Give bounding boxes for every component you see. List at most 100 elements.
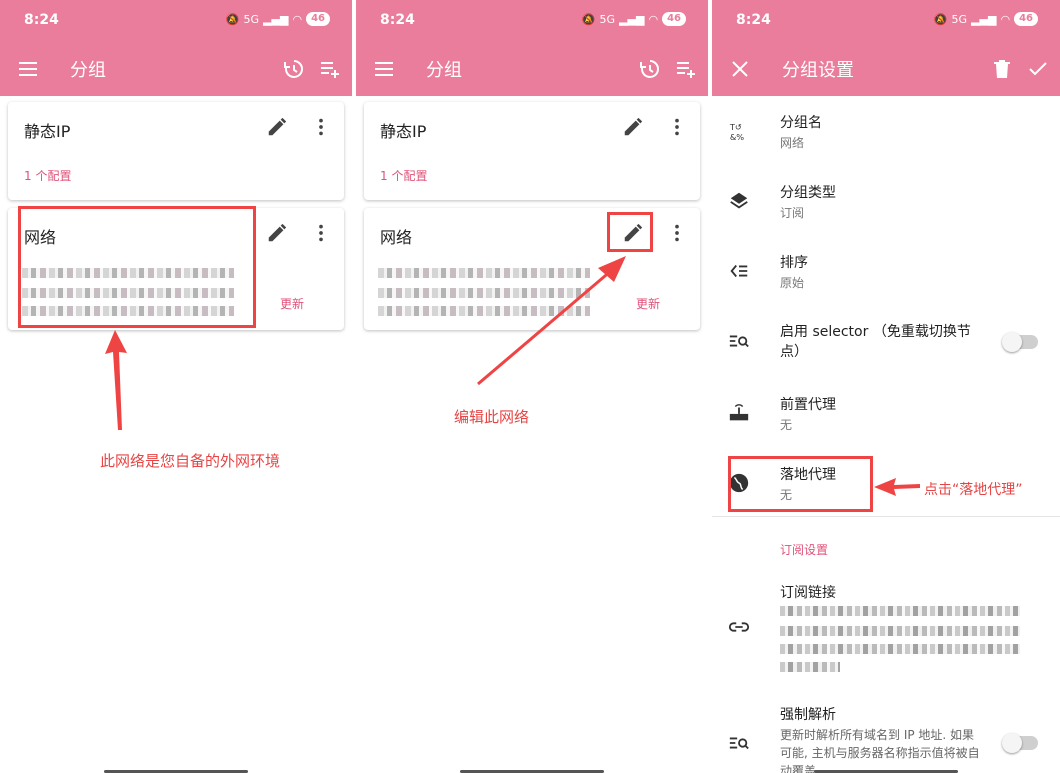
edit-icon[interactable] — [622, 116, 644, 138]
mute-icon: 🔕 — [225, 12, 240, 26]
page-title: 分组设置 — [782, 60, 854, 81]
config-count: 1 个配置 — [24, 169, 72, 183]
redacted-url — [780, 662, 840, 672]
annotation-edit-network: 编辑此网络 — [454, 408, 530, 426]
annotation-arrow — [874, 478, 920, 496]
update-button[interactable]: 更新 — [636, 295, 660, 312]
setting-force-resolve[interactable]: 强制解析 更新时解析所有域名到 IP 地址. 如果可能, 主机与服务器名称指示值… — [712, 698, 1060, 773]
add-group-icon[interactable] — [674, 57, 698, 81]
mute-icon: 🔕 — [581, 12, 596, 26]
setting-title: 强制解析 — [780, 707, 836, 723]
resolve-icon — [729, 737, 749, 750]
signal-icon: ▂▄▆ — [971, 12, 997, 26]
setting-title: 前置代理 — [780, 397, 836, 413]
redacted-url — [780, 644, 1020, 654]
status-time: 8:24 — [24, 12, 59, 28]
status-time: 8:24 — [736, 12, 771, 28]
sort-icon — [730, 264, 748, 278]
annotation-click-landing: 点击“落地代理” — [924, 482, 1023, 498]
highlight-box — [18, 206, 256, 328]
highlight-box — [607, 212, 653, 252]
menu-icon[interactable] — [372, 57, 396, 81]
setting-group-name[interactable]: T↺ &% 分组名 网络 — [712, 102, 1060, 164]
more-vert-icon[interactable] — [312, 116, 330, 138]
group-card-static-ip[interactable]: 静态IP 1 个配置 — [8, 102, 344, 200]
setting-value: 原始 — [780, 276, 805, 290]
battery-indicator: 46 — [1014, 12, 1038, 26]
page-title: 分组 — [426, 60, 462, 81]
setting-value: 无 — [780, 418, 793, 432]
selector-icon — [729, 335, 749, 348]
group-settings-screen: 8:24 🔕 5G ▂▄▆ ◠ 46 分组设置 T↺ &% 分组名 网络 分组类型… — [712, 0, 1060, 773]
more-vert-icon[interactable] — [668, 222, 686, 244]
setting-title: 订阅链接 — [780, 585, 836, 601]
group-name: 静态IP — [380, 122, 427, 141]
setting-front-proxy[interactable]: 前置代理 无 — [712, 384, 1060, 446]
battery-indicator: 46 — [662, 12, 686, 26]
history-icon[interactable] — [638, 57, 662, 81]
setting-order[interactable]: 排序 原始 — [712, 242, 1060, 304]
system-icons: 🔕 5G ▂▄▆ ◠ 46 — [582, 12, 686, 26]
history-icon[interactable] — [282, 57, 306, 81]
group-name: 网络 — [380, 228, 413, 247]
router-icon — [729, 404, 749, 421]
menu-icon[interactable] — [16, 57, 40, 81]
update-button[interactable]: 更新 — [280, 295, 304, 312]
page-title: 分组 — [70, 60, 106, 81]
group-name: 静态IP — [24, 122, 71, 141]
rename-icon: T↺&% — [729, 122, 744, 142]
setting-subscription-link[interactable]: 订阅链接 — [712, 572, 1060, 678]
status-bar: 8:24 🔕 5G ▂▄▆ ◠ 46 — [712, 0, 1060, 42]
app-bar: 分组设置 — [712, 42, 1060, 96]
setting-title: 排序 — [780, 255, 808, 271]
layers-icon — [730, 192, 748, 209]
network-type: 5G — [243, 12, 260, 26]
selector-toggle[interactable] — [1002, 332, 1038, 352]
status-bar: 8:24 🔕 5G ▂▄▆ ◠ 46 — [0, 0, 352, 42]
signal-icon: ▂▄▆ — [619, 12, 645, 26]
force-resolve-toggle[interactable] — [1002, 733, 1038, 753]
delete-icon[interactable] — [990, 57, 1014, 81]
section-subscription-settings: 订阅设置 — [780, 543, 829, 557]
app-bar: 分组 — [356, 42, 708, 96]
setting-title: 启用 selector （免重载切换节点） — [780, 324, 971, 360]
more-vert-icon[interactable] — [312, 222, 330, 244]
edit-icon[interactable] — [266, 116, 288, 138]
setting-value: 订阅 — [780, 206, 805, 220]
network-type: 5G — [951, 12, 968, 26]
network-type: 5G — [599, 12, 616, 26]
annotation-own-network: 此网络是您自备的外网环境 — [100, 452, 281, 470]
link-icon — [728, 622, 750, 632]
wifi-icon: ◠ — [292, 12, 303, 26]
close-icon[interactable] — [728, 57, 752, 81]
add-group-icon[interactable] — [318, 57, 342, 81]
setting-title: 分组类型 — [780, 185, 836, 201]
setting-enable-selector[interactable]: 启用 selector （免重载切换节点） — [712, 312, 1060, 374]
redacted-url — [780, 606, 1020, 616]
svg-text:&%: &% — [730, 132, 744, 142]
signal-icon: ▂▄▆ — [263, 12, 289, 26]
edit-icon[interactable] — [266, 222, 288, 244]
redacted-url — [780, 626, 1020, 636]
divider — [712, 516, 1060, 517]
battery-indicator: 46 — [306, 12, 330, 26]
groups-screen-1: 8:24 🔕 5G ▂▄▆ ◠ 46 分组 静态IP 1 个配置 网络 更新 此… — [0, 0, 352, 773]
setting-title: 分组名 — [780, 115, 822, 131]
system-icons: 🔕 5G ▂▄▆ ◠ 46 — [226, 12, 330, 26]
groups-screen-2: 8:24 🔕 5G ▂▄▆ ◠ 46 分组 静态IP 1 个配置 网络 更新 编… — [356, 0, 708, 773]
config-count: 1 个配置 — [380, 169, 428, 183]
check-icon[interactable] — [1026, 57, 1050, 81]
setting-value: 网络 — [780, 136, 805, 150]
status-time: 8:24 — [380, 12, 415, 28]
annotation-arrow — [105, 330, 127, 430]
system-icons: 🔕 5G ▂▄▆ ◠ 46 — [934, 12, 1038, 26]
more-vert-icon[interactable] — [668, 116, 686, 138]
setting-group-type[interactable]: 分组类型 订阅 — [712, 172, 1060, 234]
status-bar: 8:24 🔕 5G ▂▄▆ ◠ 46 — [356, 0, 708, 42]
mute-icon: 🔕 — [933, 12, 948, 26]
highlight-box — [728, 456, 873, 512]
setting-description: 更新时解析所有域名到 IP 地址. 如果可能, 主机与服务器名称指示值将被自动覆… — [780, 728, 980, 773]
svg-text:T↺: T↺ — [729, 122, 742, 132]
group-card-static-ip[interactable]: 静态IP 1 个配置 — [364, 102, 700, 200]
annotation-arrow — [477, 256, 626, 386]
